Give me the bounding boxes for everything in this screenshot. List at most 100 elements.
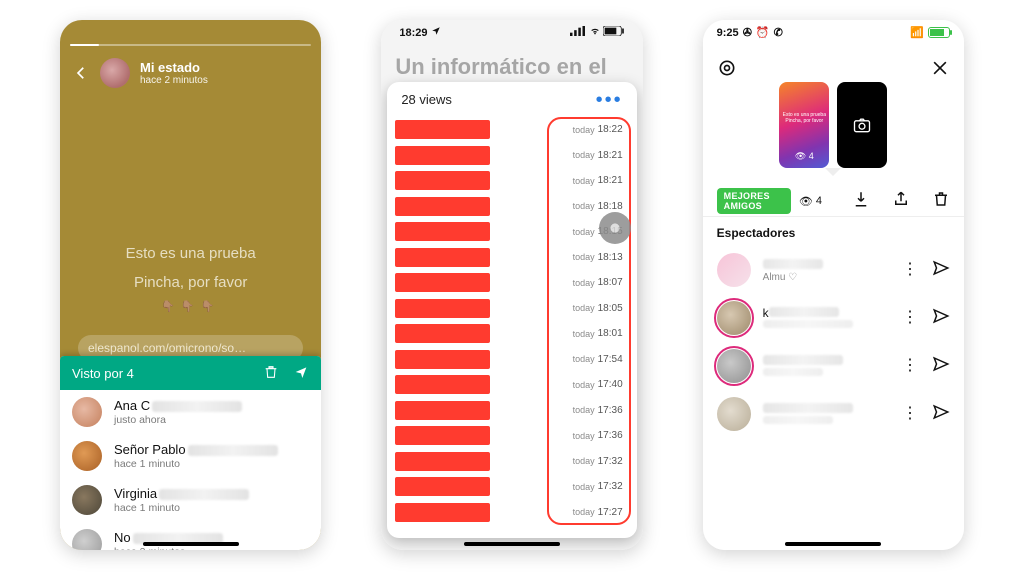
views-sheet: 28 views ••• today18:22today18:21today18…	[387, 82, 636, 538]
viewer-row[interactable]: ⋮	[703, 342, 964, 390]
redacted-name	[395, 401, 490, 420]
status-time: 18:29	[399, 27, 427, 39]
redacted-name	[395, 248, 490, 267]
status-bar: 18:29	[381, 26, 642, 39]
eye-icon: 👁	[799, 195, 813, 208]
viewer-time: justo ahora	[114, 414, 242, 426]
story-text-line: Pincha, por favor	[60, 269, 321, 298]
trash-icon[interactable]	[918, 190, 950, 213]
redacted-name	[395, 222, 490, 241]
home-indicator	[785, 542, 881, 546]
viewers-sheet: Visto por 4 Ana Cjusto ahoraSeñor Pabloh…	[60, 356, 321, 550]
viewer-row[interactable]: ⋮	[703, 390, 964, 438]
viewer-subtitle	[763, 368, 843, 379]
viewer-name	[763, 354, 843, 368]
viewer-name: Señor Pablo	[114, 442, 278, 457]
story-toolbar: MEJORES AMIGOS 👁 4	[703, 188, 964, 214]
status-bar: 9:25 ✇ ⏰ ✆ 📶	[703, 26, 964, 39]
home-indicator	[143, 542, 239, 546]
viewer-name: Virginia	[114, 486, 249, 501]
delete-icon[interactable]	[249, 364, 279, 383]
redacted-name	[395, 197, 490, 216]
share-icon[interactable]	[279, 364, 309, 383]
viewer-row[interactable]: Almu ♡⋮	[703, 246, 964, 294]
dnd-icon: ✇	[743, 26, 752, 39]
viewers-section-title: Espectadores	[717, 226, 796, 240]
viewer-name: k	[763, 306, 853, 320]
redacted-name	[395, 299, 490, 318]
story-header: Mi estado hace 2 minutos	[60, 50, 321, 96]
viewer-avatar[interactable]	[717, 301, 751, 335]
redacted-name	[395, 477, 490, 496]
download-icon[interactable]	[838, 190, 870, 213]
view-count: 👁 4	[799, 195, 822, 208]
send-icon[interactable]	[932, 355, 950, 378]
signal-icon	[570, 26, 587, 39]
divider	[703, 216, 964, 217]
redacted-name	[395, 375, 490, 394]
add-story-button[interactable]	[837, 82, 887, 168]
time-column-highlight	[547, 117, 631, 525]
viewer-time: hace 1 minuto	[114, 502, 249, 514]
assistive-touch-icon[interactable]	[599, 212, 631, 244]
signal-icon: 📶	[910, 26, 924, 39]
send-icon[interactable]	[932, 403, 950, 426]
viewer-name	[763, 258, 823, 272]
location-icon	[431, 26, 441, 39]
viewer-time: hace 2 minutos	[114, 546, 223, 550]
close-friends-badge: MEJORES AMIGOS	[717, 188, 791, 214]
views-count-label: 28 views	[401, 92, 452, 107]
viewers-count-label: Visto por 4	[72, 366, 134, 381]
viewer-avatar	[72, 529, 102, 550]
redacted-name	[395, 171, 490, 190]
share-icon[interactable]	[878, 190, 910, 213]
story-strip: Esto es una prueba Pincha, por favor 👁 4	[703, 82, 964, 168]
viewer-row[interactable]: Virginiahace 1 minuto	[60, 478, 321, 522]
story-thumb-count: 👁 4	[779, 151, 829, 162]
story-text: Esto es una prueba Pincha, por favor 👇🏽👇…	[60, 240, 321, 318]
viewer-row[interactable]: Señor Pablohace 1 minuto	[60, 434, 321, 478]
viewer-avatar	[72, 485, 102, 515]
redacted-name	[395, 324, 490, 343]
close-icon[interactable]	[930, 58, 950, 83]
viewers-list: Almu ♡⋮k⋮⋮⋮	[703, 246, 964, 438]
settings-icon[interactable]	[717, 58, 737, 83]
redacted-name	[395, 120, 490, 139]
views-list[interactable]: today18:22today18:21today18:21today18:18…	[387, 117, 636, 531]
viewer-row[interactable]: Ana Cjusto ahora	[60, 390, 321, 434]
viewer-row[interactable]: k⋮	[703, 294, 964, 342]
viewer-subtitle: Almu ♡	[763, 272, 823, 283]
viewers-sheet-header: Visto por 4	[60, 356, 321, 390]
wifi-icon	[590, 26, 600, 39]
phone-instagram: 9:25 ✇ ⏰ ✆ 📶 Esto es una prueba Pincha, …	[703, 20, 964, 550]
story-thumbnail[interactable]: Esto es una prueba Pincha, por favor 👁 4	[779, 82, 829, 168]
whatsapp-icon: ✆	[774, 26, 783, 39]
battery-icon	[603, 26, 625, 39]
viewer-time: hace 1 minuto	[114, 458, 278, 470]
viewer-avatar[interactable]	[717, 253, 751, 287]
redacted-name	[395, 273, 490, 292]
story-title: Mi estado	[140, 60, 208, 75]
viewer-avatar[interactable]	[717, 349, 751, 383]
battery-icon	[928, 27, 950, 38]
send-icon[interactable]	[932, 259, 950, 282]
status-time: 9:25	[717, 27, 739, 39]
redacted-name	[395, 350, 490, 369]
alarm-icon: ⏰	[756, 26, 770, 39]
self-avatar[interactable]	[100, 58, 130, 88]
viewer-avatar[interactable]	[717, 397, 751, 431]
story-caret-icon	[825, 168, 841, 176]
story-text-line: Esto es una prueba	[60, 240, 321, 269]
back-icon[interactable]	[72, 64, 90, 82]
story-progress-bar	[70, 44, 311, 46]
story-age: hace 2 minutos	[140, 75, 208, 86]
viewer-name: Ana C	[114, 398, 242, 413]
redacted-name	[395, 426, 490, 445]
story-text-emojis: 👇🏽👇🏽👇🏽	[60, 297, 321, 318]
send-icon[interactable]	[932, 307, 950, 330]
phone-whatsapp: Mi estado hace 2 minutos Esto es una pru…	[60, 20, 321, 550]
redacted-name	[395, 452, 490, 471]
home-indicator	[464, 542, 560, 546]
redacted-name	[395, 146, 490, 165]
story-thumb-text: Pincha, por favor	[779, 118, 829, 124]
